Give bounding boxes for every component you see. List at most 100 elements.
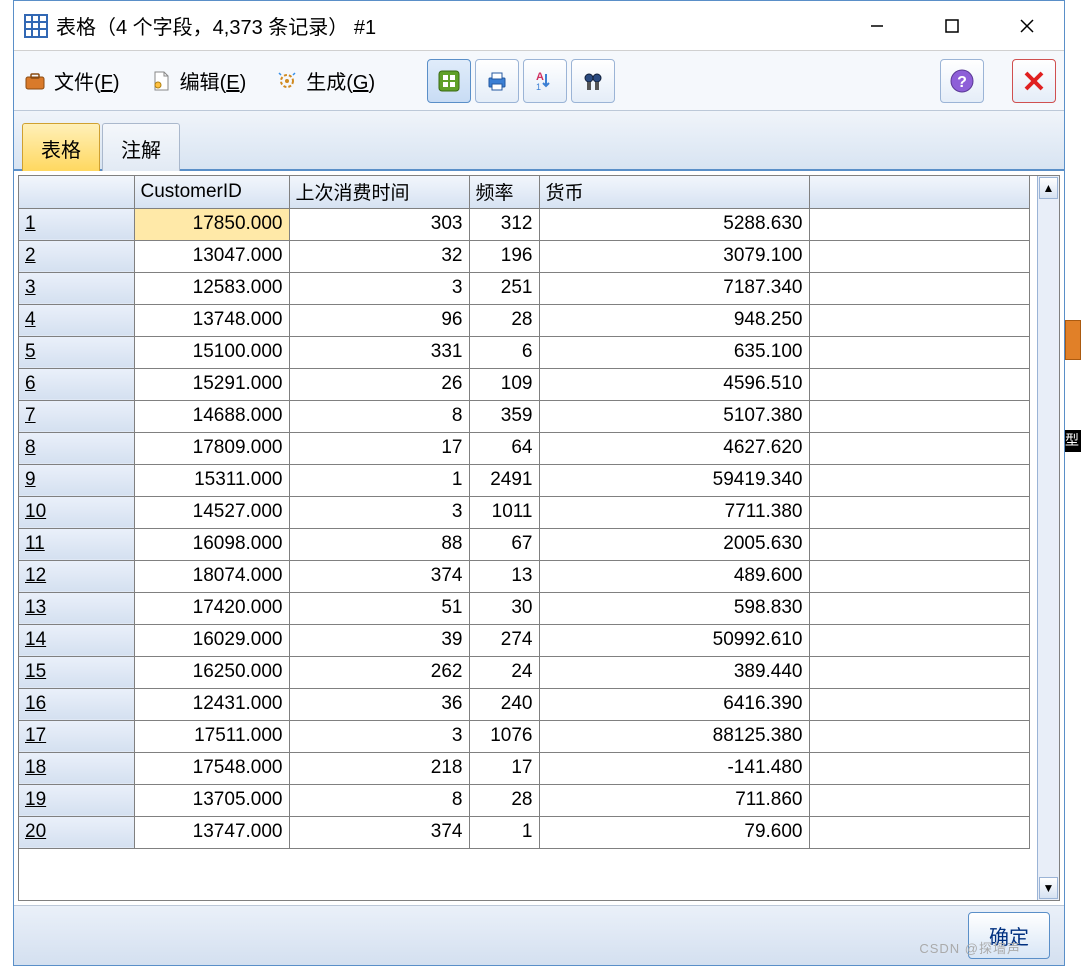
cell-blank[interactable] — [809, 336, 1029, 368]
cell-currency[interactable]: 88125.380 — [539, 720, 809, 752]
cell-frequency[interactable]: 24 — [469, 656, 539, 688]
row-number[interactable]: 16 — [19, 688, 134, 720]
row-number[interactable]: 8 — [19, 432, 134, 464]
row-number[interactable]: 1 — [19, 208, 134, 240]
cell-frequency[interactable]: 251 — [469, 272, 539, 304]
cell-last-purchase[interactable]: 36 — [289, 688, 469, 720]
table-row[interactable]: 1116098.00088672005.630 — [19, 528, 1029, 560]
cell-currency[interactable]: 4627.620 — [539, 432, 809, 464]
table-row[interactable]: 817809.00017644627.620 — [19, 432, 1029, 464]
cell-blank[interactable] — [809, 656, 1029, 688]
print-button[interactable] — [475, 59, 519, 103]
row-number[interactable]: 3 — [19, 272, 134, 304]
cell-frequency[interactable]: 1 — [469, 816, 539, 848]
cell-blank[interactable] — [809, 400, 1029, 432]
cell-customer-id[interactable]: 14527.000 — [134, 496, 289, 528]
cell-currency[interactable]: 389.440 — [539, 656, 809, 688]
cell-customer-id[interactable]: 18074.000 — [134, 560, 289, 592]
table-row[interactable]: 1612431.000362406416.390 — [19, 688, 1029, 720]
col-blank[interactable] — [809, 176, 1029, 208]
cell-blank[interactable] — [809, 208, 1029, 240]
cell-last-purchase[interactable]: 3 — [289, 720, 469, 752]
cell-last-purchase[interactable]: 32 — [289, 240, 469, 272]
stream-button[interactable] — [427, 59, 471, 103]
cell-blank[interactable] — [809, 720, 1029, 752]
cell-frequency[interactable]: 240 — [469, 688, 539, 720]
cell-blank[interactable] — [809, 688, 1029, 720]
col-currency[interactable]: 货币 — [539, 176, 809, 208]
cell-customer-id[interactable]: 13747.000 — [134, 816, 289, 848]
table-row[interactable]: 515100.0003316635.100 — [19, 336, 1029, 368]
cell-frequency[interactable]: 312 — [469, 208, 539, 240]
cell-blank[interactable] — [809, 560, 1029, 592]
cell-frequency[interactable]: 13 — [469, 560, 539, 592]
cell-blank[interactable] — [809, 464, 1029, 496]
cell-currency[interactable]: 598.830 — [539, 592, 809, 624]
cell-last-purchase[interactable]: 303 — [289, 208, 469, 240]
cell-customer-id[interactable]: 16250.000 — [134, 656, 289, 688]
row-number[interactable]: 19 — [19, 784, 134, 816]
col-last-purchase[interactable]: 上次消费时间 — [289, 176, 469, 208]
table-row[interactable]: 413748.0009628948.250 — [19, 304, 1029, 336]
cell-blank[interactable] — [809, 752, 1029, 784]
cell-customer-id[interactable]: 13748.000 — [134, 304, 289, 336]
tab-annotate[interactable]: 注解 — [102, 123, 180, 171]
cell-last-purchase[interactable]: 39 — [289, 624, 469, 656]
cell-blank[interactable] — [809, 528, 1029, 560]
cell-customer-id[interactable]: 16029.000 — [134, 624, 289, 656]
row-number[interactable]: 10 — [19, 496, 134, 528]
row-number[interactable]: 13 — [19, 592, 134, 624]
cell-frequency[interactable]: 67 — [469, 528, 539, 560]
cell-currency[interactable]: 4596.510 — [539, 368, 809, 400]
maximize-button[interactable] — [914, 1, 989, 50]
table-row[interactable]: 1717511.0003107688125.380 — [19, 720, 1029, 752]
table-row[interactable]: 714688.00083595107.380 — [19, 400, 1029, 432]
cell-last-purchase[interactable]: 1 — [289, 464, 469, 496]
cell-blank[interactable] — [809, 592, 1029, 624]
row-number[interactable]: 18 — [19, 752, 134, 784]
cell-currency[interactable]: 5288.630 — [539, 208, 809, 240]
cell-frequency[interactable]: 6 — [469, 336, 539, 368]
cell-last-purchase[interactable]: 17 — [289, 432, 469, 464]
cell-currency[interactable]: 50992.610 — [539, 624, 809, 656]
table-row[interactable]: 1817548.00021817-141.480 — [19, 752, 1029, 784]
cell-frequency[interactable]: 17 — [469, 752, 539, 784]
cell-last-purchase[interactable]: 374 — [289, 816, 469, 848]
row-number[interactable]: 20 — [19, 816, 134, 848]
cell-customer-id[interactable]: 17809.000 — [134, 432, 289, 464]
cell-customer-id[interactable]: 15291.000 — [134, 368, 289, 400]
cell-blank[interactable] — [809, 304, 1029, 336]
cell-frequency[interactable]: 2491 — [469, 464, 539, 496]
cell-currency[interactable]: 5107.380 — [539, 400, 809, 432]
cell-currency[interactable]: -141.480 — [539, 752, 809, 784]
cell-currency[interactable]: 489.600 — [539, 560, 809, 592]
cell-currency[interactable]: 7711.380 — [539, 496, 809, 528]
cell-blank[interactable] — [809, 624, 1029, 656]
cell-currency[interactable]: 635.100 — [539, 336, 809, 368]
cell-frequency[interactable]: 196 — [469, 240, 539, 272]
cell-customer-id[interactable]: 16098.000 — [134, 528, 289, 560]
cell-blank[interactable] — [809, 368, 1029, 400]
help-button[interactable]: ? — [940, 59, 984, 103]
cell-blank[interactable] — [809, 816, 1029, 848]
table-row[interactable]: 117850.0003033125288.630 — [19, 208, 1029, 240]
col-frequency[interactable]: 频率 — [469, 176, 539, 208]
row-number[interactable]: 17 — [19, 720, 134, 752]
cell-last-purchase[interactable]: 26 — [289, 368, 469, 400]
cell-currency[interactable]: 59419.340 — [539, 464, 809, 496]
cell-currency[interactable]: 711.860 — [539, 784, 809, 816]
cell-last-purchase[interactable]: 8 — [289, 400, 469, 432]
row-number[interactable]: 4 — [19, 304, 134, 336]
cell-frequency[interactable]: 30 — [469, 592, 539, 624]
cell-customer-id[interactable]: 17420.000 — [134, 592, 289, 624]
table-row[interactable]: 1218074.00037413489.600 — [19, 560, 1029, 592]
cell-last-purchase[interactable]: 96 — [289, 304, 469, 336]
find-button[interactable] — [571, 59, 615, 103]
table-row[interactable]: 1317420.0005130598.830 — [19, 592, 1029, 624]
cell-currency[interactable]: 948.250 — [539, 304, 809, 336]
cell-last-purchase[interactable]: 88 — [289, 528, 469, 560]
table-row[interactable]: 213047.000321963079.100 — [19, 240, 1029, 272]
menu-edit[interactable]: 编辑(E) — [148, 66, 247, 95]
vertical-scrollbar[interactable]: ▲ ▼ — [1037, 176, 1059, 900]
cell-blank[interactable] — [809, 784, 1029, 816]
